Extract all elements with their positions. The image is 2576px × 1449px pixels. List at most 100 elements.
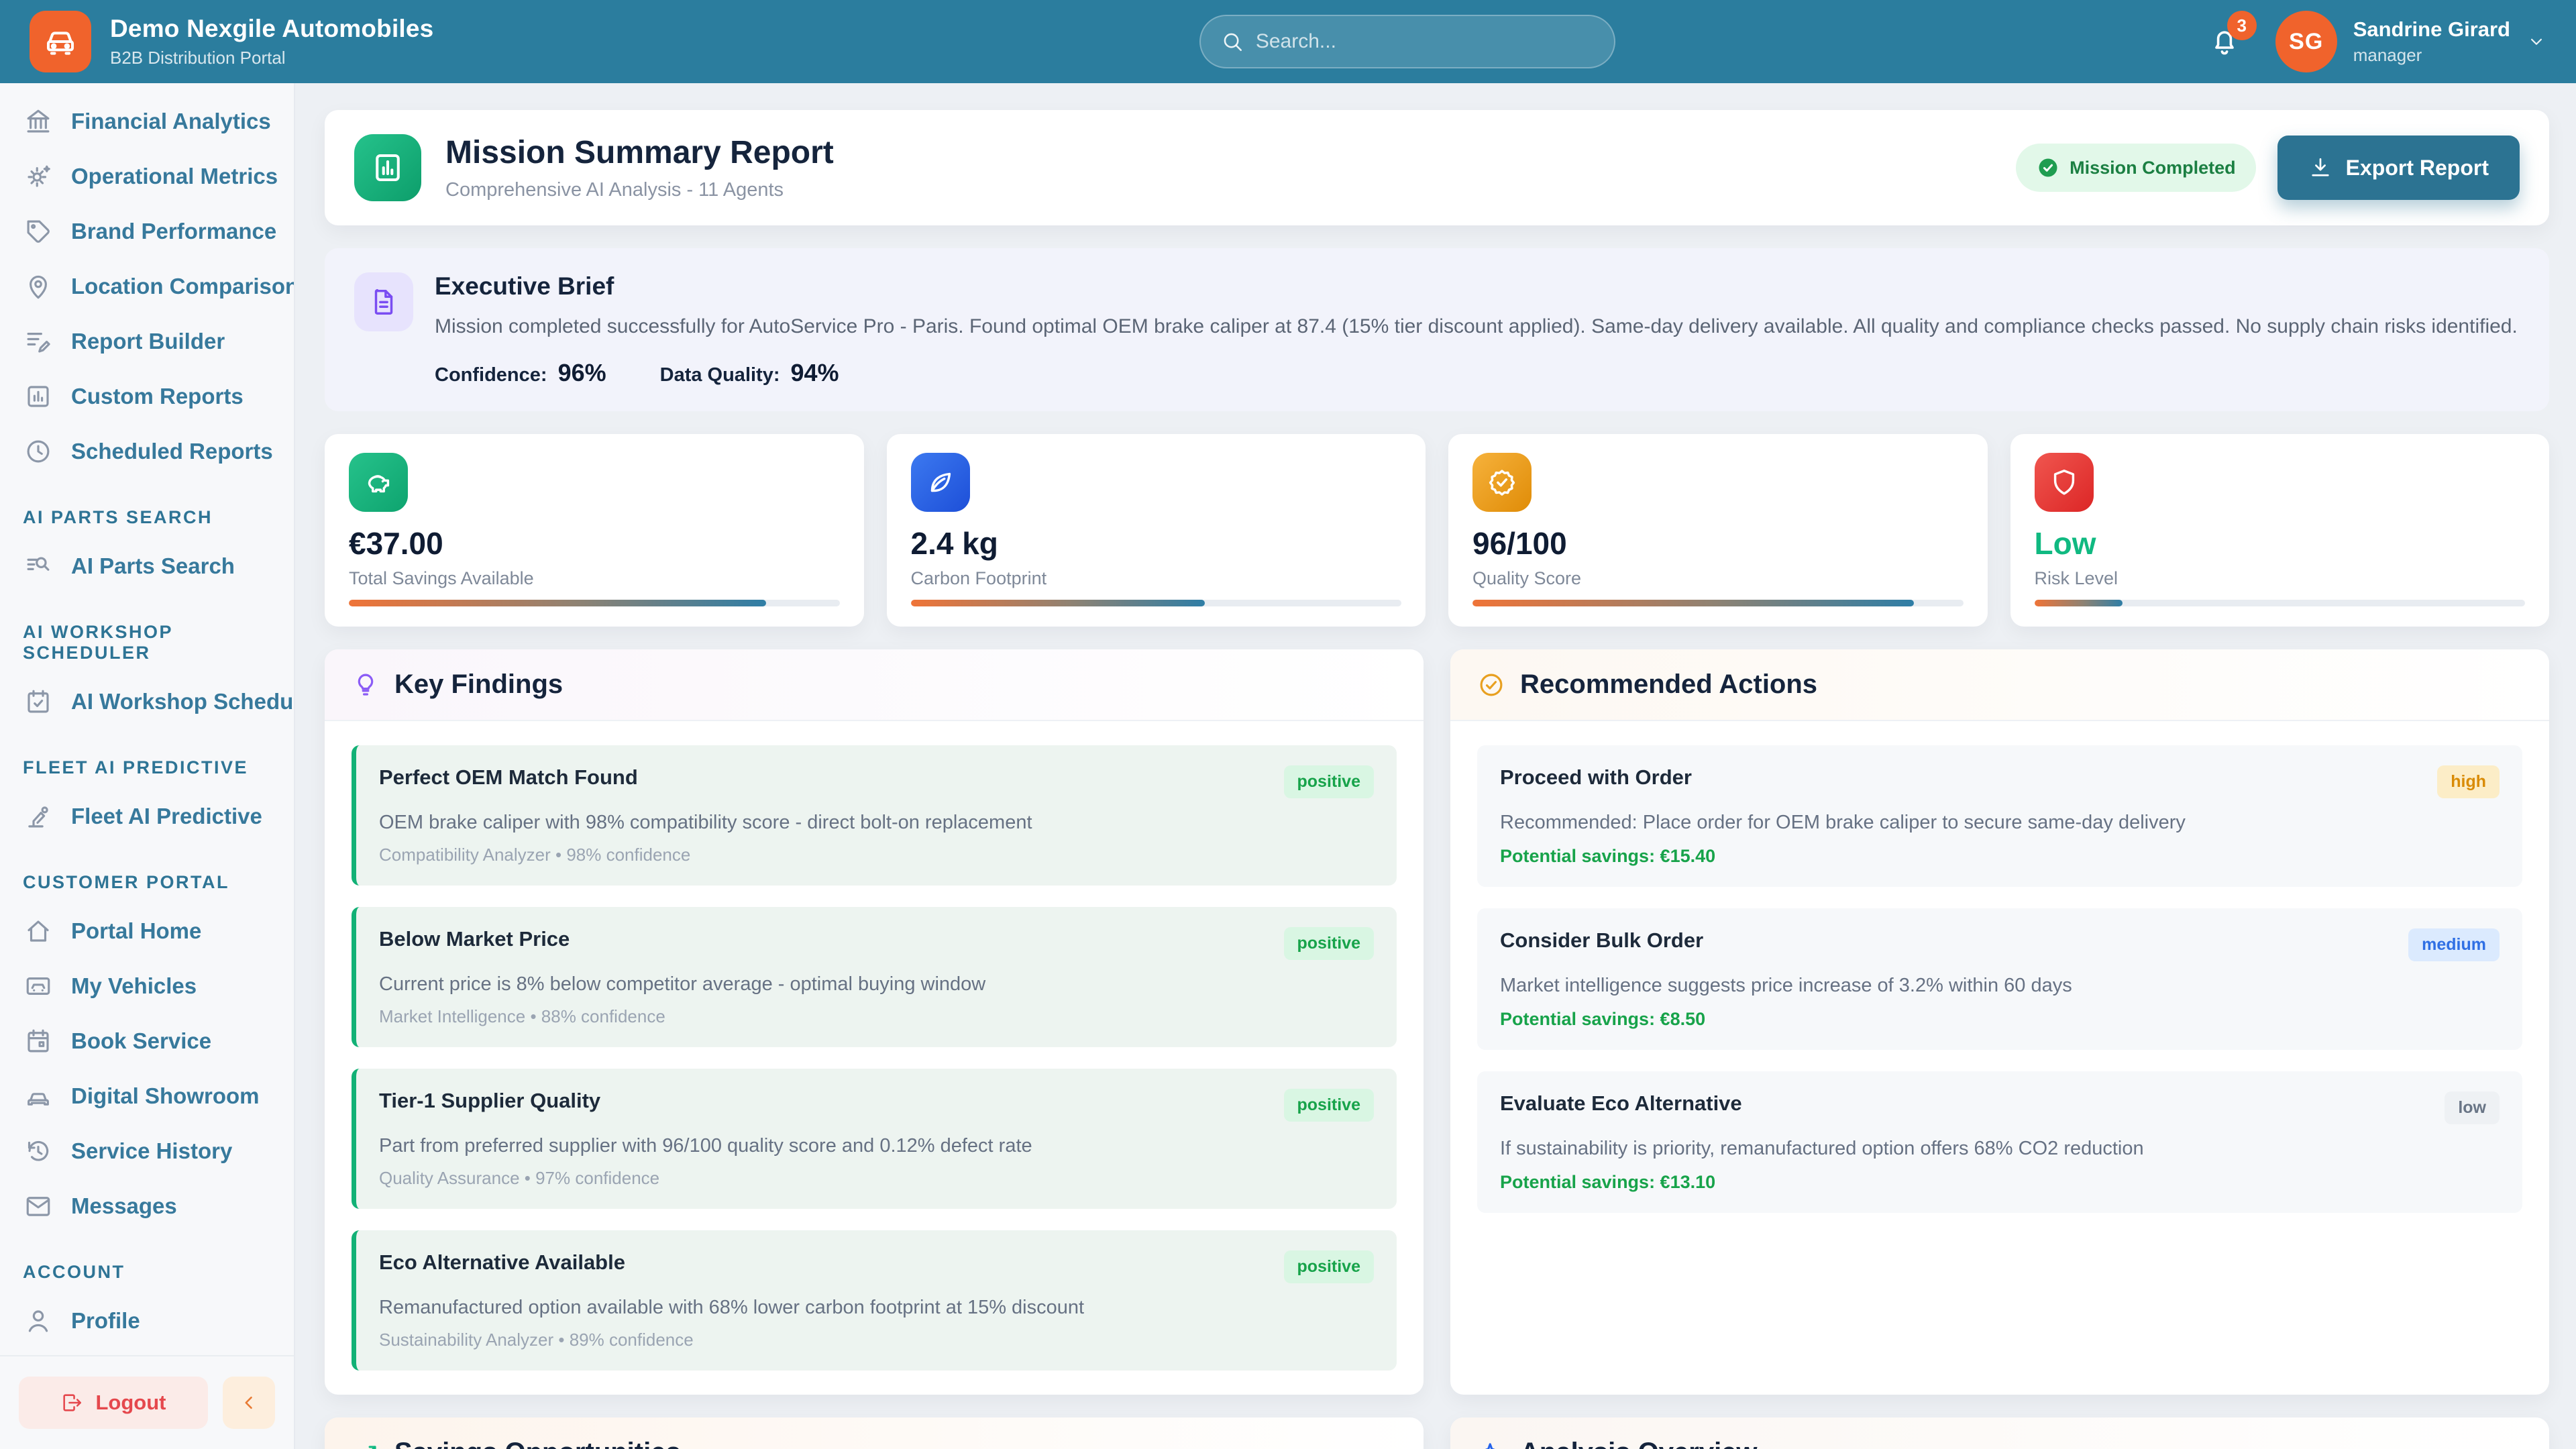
sidebar-item-profile[interactable]: Profile — [15, 1293, 279, 1348]
finding-item: Eco Alternative AvailablepositiveRemanuf… — [352, 1230, 1397, 1371]
sidebar-item-label: AI Parts Search — [71, 553, 235, 579]
finding-source-meta: Compatibility Analyzer • 98% confidence — [379, 845, 1374, 865]
sidebar-item-report-builder[interactable]: Report Builder — [15, 314, 279, 369]
brand-logo — [30, 11, 91, 72]
report-chart-icon — [354, 134, 421, 201]
chevron-down-icon — [2526, 32, 2546, 52]
key-findings-list: Perfect OEM Match FoundpositiveOEM brake… — [325, 721, 1424, 1395]
sidebar-item-operational-metrics[interactable]: Operational Metrics — [15, 149, 279, 204]
user-menu[interactable]: SG Sandrine Girard manager — [2275, 11, 2546, 72]
metric-progress-fill — [911, 600, 1205, 606]
map-pin-icon — [24, 272, 52, 301]
action-description: Recommended: Place order for OEM brake c… — [1500, 812, 2500, 834]
car-icon — [42, 23, 78, 60]
confidence-label: Confidence: — [435, 364, 547, 386]
sidebar-item-label: Service History — [71, 1138, 232, 1164]
metric-progress-bar — [1472, 600, 1964, 606]
sidebar-item-location-comparison[interactable]: Location Comparison — [15, 259, 279, 314]
logout-icon — [60, 1391, 83, 1414]
report-header-card: Mission Summary Report Comprehensive AI … — [325, 110, 2549, 225]
sidebar-item-messages[interactable]: Messages — [15, 1179, 279, 1234]
sidebar-item-service-history[interactable]: Service History — [15, 1124, 279, 1179]
sidebar-item-financial-analytics[interactable]: Financial Analytics — [15, 94, 279, 149]
user-name: Sandrine Girard — [2353, 17, 2510, 42]
sidebar-section-ai-parts-search: AI PARTS SEARCH — [15, 507, 279, 528]
action-item-header: Proceed with Orderhigh — [1500, 765, 2500, 798]
finding-sentiment-badge: positive — [1284, 1089, 1374, 1122]
sidebar-collapse-button[interactable] — [223, 1377, 275, 1429]
finding-item: Tier-1 Supplier QualitypositivePart from… — [352, 1069, 1397, 1209]
search-list-icon — [24, 552, 52, 580]
sidebar-item-ai-parts-search[interactable]: AI Parts Search — [15, 539, 279, 594]
sidebar-item-fleet-ai-predictive[interactable]: Fleet AI Predictive — [15, 789, 279, 844]
finding-item: Perfect OEM Match FoundpositiveOEM brake… — [352, 745, 1397, 885]
mission-status-label: Mission Completed — [2070, 158, 2236, 178]
sidebar-item-ai-workshop-scheduler[interactable]: AI Workshop Scheduler — [15, 674, 279, 729]
action-item: Consider Bulk OrdermediumMarket intellig… — [1477, 908, 2522, 1050]
finding-title: Perfect OEM Match Found — [379, 765, 638, 790]
bar-chart-box-icon — [24, 382, 52, 411]
page-subtitle: Comprehensive AI Analysis - 11 Agents — [445, 179, 834, 201]
sidebar-item-label: Digital Showroom — [71, 1083, 260, 1109]
recommended-actions-title: Recommended Actions — [1520, 669, 1817, 700]
key-findings-header: Key Findings — [325, 649, 1424, 721]
metric-label: Risk Level — [2035, 568, 2526, 589]
export-report-button[interactable]: Export Report — [2277, 136, 2520, 200]
notifications-bell-button[interactable]: 3 — [2208, 25, 2241, 58]
sidebar-item-settings[interactable]: Settings — [15, 1348, 279, 1355]
sidebar-item-my-vehicles[interactable]: My Vehicles — [15, 959, 279, 1014]
sidebar-item-label: AI Workshop Scheduler — [71, 689, 294, 714]
executive-brief-title: Executive Brief — [435, 272, 2518, 301]
sidebar-item-book-service[interactable]: Book Service — [15, 1014, 279, 1069]
analysis-overview-panel: Analysis Overview Predictive Maintenance… — [1450, 1417, 2549, 1449]
finding-sentiment-badge: positive — [1284, 765, 1374, 798]
action-item: Proceed with Orderhigh Recommended: Place… — [1477, 745, 2522, 887]
search-icon — [1221, 30, 1244, 53]
sidebar-item-label: Book Service — [71, 1028, 211, 1054]
car-icon — [24, 1082, 52, 1110]
sidebar-item-digital-showroom[interactable]: Digital Showroom — [15, 1069, 279, 1124]
savings-opportunities-header: Savings Opportunities — [325, 1417, 1424, 1449]
recommended-actions-header: Recommended Actions — [1450, 649, 2549, 721]
finding-source-meta: Market Intelligence • 88% confidence — [379, 1006, 1374, 1027]
metric-value: €37.00 — [349, 525, 840, 561]
report-builder-icon — [24, 327, 52, 356]
sidebar-item-portal-home[interactable]: Portal Home — [15, 904, 279, 959]
sidebar-item-label: Portal Home — [71, 918, 201, 944]
executive-brief-card: Executive Brief Mission completed succes… — [325, 248, 2549, 411]
leaf-icon — [911, 453, 970, 512]
download-icon — [2308, 156, 2332, 180]
check-circle-icon — [1477, 671, 1505, 699]
logout-button[interactable]: Logout — [19, 1377, 208, 1429]
page-title: Mission Summary Report — [445, 134, 834, 171]
data-quality-value: 94% — [791, 359, 839, 387]
sparkles-icon — [1477, 1439, 1505, 1449]
sidebar-item-custom-reports[interactable]: Custom Reports — [15, 369, 279, 424]
main-content: Mission Summary Report Comprehensive AI … — [295, 83, 2576, 1449]
finding-description: Current price is 8% below competitor ave… — [379, 973, 1374, 996]
search-input[interactable] — [1256, 30, 1594, 53]
sidebar-item-label: Location Comparison — [71, 274, 294, 299]
sidebar-item-label: Financial Analytics — [71, 109, 271, 134]
user-role: manager — [2353, 45, 2510, 66]
sidebar-item-label: Brand Performance — [71, 219, 276, 244]
metric-label: Carbon Footprint — [911, 568, 1402, 589]
finding-source-meta: Sustainability Analyzer • 89% confidence — [379, 1330, 1374, 1350]
sidebar-section-ai-workshop-scheduler: AI WORKSHOP SCHEDULER — [15, 622, 279, 663]
sidebar-item-label: Profile — [71, 1308, 140, 1334]
key-findings-panel: Key Findings Perfect OEM Match Found posi… — [325, 649, 1424, 1395]
sidebar-item-brand-performance[interactable]: Brand Performance — [15, 204, 279, 259]
export-report-label: Export Report — [2346, 156, 2489, 180]
sidebar-item-label: Custom Reports — [71, 384, 244, 409]
sidebar-item-label: Fleet AI Predictive — [71, 804, 262, 829]
history-icon — [24, 1137, 52, 1165]
metric-progress-bar — [2035, 600, 2526, 606]
bank-icon — [24, 107, 52, 136]
check-circle-icon — [2036, 156, 2060, 180]
sidebar-item-scheduled-reports[interactable]: Scheduled Reports — [15, 424, 279, 479]
savings-opportunities-panel: Savings Opportunities €15.40immediateGol… — [325, 1417, 1424, 1449]
sidebar-section-customer-portal: CUSTOMER PORTAL — [15, 872, 279, 893]
metric-card-quality-score: 96/100Quality Score — [1448, 434, 1988, 627]
bar-chart-icon — [370, 150, 406, 186]
action-priority-badge: medium — [2408, 928, 2500, 961]
